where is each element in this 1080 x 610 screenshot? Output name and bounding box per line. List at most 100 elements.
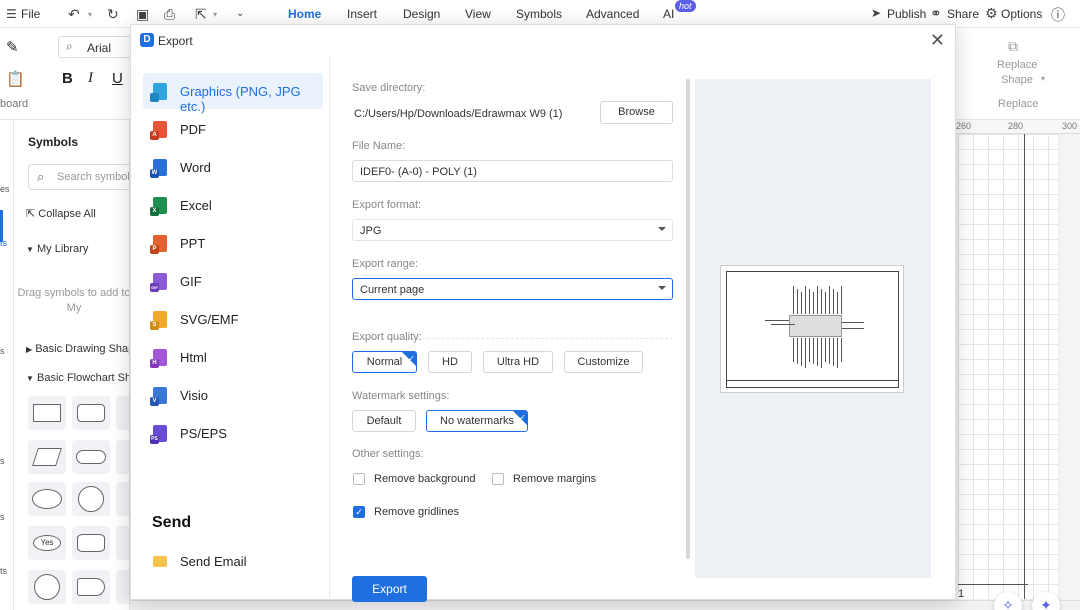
format-html[interactable]: H Html [143, 339, 323, 375]
more-icon[interactable]: ⌄ [236, 8, 244, 19]
preview-line [797, 338, 798, 364]
shape-card[interactable] [116, 570, 129, 604]
shape-predefined[interactable] [116, 440, 129, 474]
export-format-select[interactable]: JPG [352, 219, 673, 241]
menu-icon[interactable]: ☰ [6, 7, 17, 21]
export-icon[interactable]: ⇱ [195, 6, 207, 23]
quality-normal-button[interactable]: Normal [352, 351, 417, 373]
format-visio[interactable]: V Visio [143, 377, 323, 413]
collapse-all-button[interactable]: ⇱ Collapse All [26, 207, 96, 220]
publish-icon[interactable]: ➤ [871, 6, 881, 20]
rail-label-3[interactable]: s [0, 346, 5, 356]
clipboard-icon[interactable]: 📋 [6, 70, 25, 88]
rail-label-4[interactable]: s [0, 456, 5, 466]
file-menu[interactable]: File [21, 7, 40, 21]
export-button[interactable]: Export [352, 576, 427, 602]
shape-ellipse[interactable] [28, 482, 66, 516]
replace-shape-dropdown-icon[interactable]: ▾ [1041, 74, 1045, 83]
shape-decision[interactable] [116, 396, 129, 430]
shape-delay[interactable] [72, 570, 110, 604]
print-icon[interactable]: ⎙ [164, 6, 175, 23]
format-gif[interactable]: GIF GIF [143, 263, 323, 299]
remove-gridlines-checkbox[interactable]: ✓ [353, 506, 365, 518]
file-name-input[interactable]: IDEF0- (A-0) - POLY (1) [352, 160, 673, 182]
format-pdf[interactable]: A PDF [143, 111, 323, 147]
format-svg-emf[interactable]: S SVG/EMF [143, 301, 323, 337]
gear-icon[interactable]: ⚙ [985, 5, 998, 22]
quality-hd-button[interactable]: HD [428, 351, 472, 373]
shape-circle[interactable] [72, 482, 110, 516]
remove-background-checkbox[interactable] [353, 473, 365, 485]
basic-flowchart-shapes-toggle[interactable]: ▼ Basic Flowchart Shapes [26, 372, 129, 384]
shape-process[interactable] [28, 396, 66, 430]
browse-button[interactable]: Browse [600, 101, 673, 124]
quality-customize-button[interactable]: Customize [564, 351, 643, 373]
basic-drawing-label: Basic Drawing Shapes [35, 343, 129, 355]
shape-database[interactable] [72, 526, 110, 560]
my-library-toggle[interactable]: ▼ My Library [26, 243, 88, 255]
bold-button[interactable]: B [62, 70, 73, 87]
tab-symbols[interactable]: Symbols [516, 7, 562, 21]
other-settings-label: Other settings: [352, 448, 424, 460]
format-word[interactable]: W Word [143, 149, 323, 185]
watermark-none-button[interactable]: No watermarks [426, 410, 528, 432]
share-icon[interactable]: ⚭ [930, 5, 942, 22]
format-ps-eps[interactable]: PS PS/EPS [143, 415, 323, 451]
rail-label-1[interactable]: es [0, 184, 10, 194]
symbols-panel: Symbols ⌕ Search symbols ⇱ Collapse All … [14, 120, 130, 610]
remove-margins-checkbox[interactable] [492, 473, 504, 485]
shape-terminator[interactable] [72, 440, 110, 474]
help-icon[interactable]: ⓘ [1051, 5, 1065, 25]
shape-connector[interactable] [28, 570, 66, 604]
format-ppt[interactable]: P PPT [143, 225, 323, 261]
left-rail: es ts s s s ts [0, 120, 14, 610]
italic-button[interactable]: I [88, 70, 93, 87]
send-email-item[interactable]: Send Email [143, 543, 323, 579]
tab-design[interactable]: Design [403, 7, 440, 21]
horizontal-ruler: 260 280 300 [950, 120, 1080, 134]
send-heading: Send [152, 514, 192, 531]
replace-shape-icon[interactable]: ⧉ [1008, 38, 1018, 55]
undo-icon[interactable]: ↶ [68, 6, 80, 23]
preview-diagram-box [789, 315, 842, 337]
basic-drawing-shapes-toggle[interactable]: ▶ Basic Drawing Shapes [26, 343, 129, 355]
format-excel[interactable]: X Excel [143, 187, 323, 223]
shape-data[interactable] [28, 440, 66, 474]
format-painter-icon[interactable]: ✎ [6, 38, 19, 56]
word-icon: W [150, 159, 167, 178]
underline-button[interactable]: U [112, 70, 123, 87]
preview-line [837, 292, 838, 314]
rail-label-6[interactable]: ts [0, 566, 7, 576]
vertical-scrollbar[interactable] [1060, 134, 1080, 610]
watermark-default-button[interactable]: Default [352, 410, 416, 432]
publish-button[interactable]: Publish [887, 7, 926, 21]
bottom-scrollbar[interactable] [130, 600, 1080, 610]
redo-icon[interactable]: ↻ [107, 6, 119, 23]
tab-view[interactable]: View [465, 7, 491, 21]
settings-scrollbar[interactable] [686, 79, 690, 559]
export-range-select[interactable]: Current page [352, 278, 673, 300]
tab-insert[interactable]: Insert [347, 7, 377, 21]
tab-ai[interactable]: AI [663, 7, 674, 21]
shape-document[interactable] [116, 482, 129, 516]
tab-home[interactable]: Home [288, 7, 321, 21]
undo-dropdown-icon[interactable]: ▾ [88, 10, 92, 19]
save-icon[interactable]: ▣ [136, 6, 149, 23]
export-dropdown-icon[interactable]: ▾ [213, 10, 217, 19]
format-label: GIF [180, 274, 202, 289]
format-graphics[interactable]: Graphics (PNG, JPG etc.) [143, 73, 323, 114]
tab-advanced[interactable]: Advanced [586, 7, 639, 21]
quality-ultra-hd-button[interactable]: Ultra HD [483, 351, 553, 373]
close-icon[interactable]: ✕ [930, 30, 945, 51]
shape-stored-data[interactable] [116, 526, 129, 560]
replace-shape-button[interactable]: Replace Shape [997, 58, 1037, 88]
symbols-search-input[interactable]: ⌕ Search symbols [28, 164, 129, 190]
shape-yes[interactable]: Yes [28, 526, 66, 560]
font-name-select[interactable]: ⌕ Arial [58, 36, 138, 58]
rail-label-5[interactable]: s [0, 512, 5, 522]
shape-rounded-process[interactable] [72, 396, 110, 430]
options-button[interactable]: Options [1001, 7, 1042, 21]
rail-label-2[interactable]: ts [0, 238, 7, 248]
share-button[interactable]: Share [947, 7, 979, 21]
drawing-page[interactable] [958, 134, 1058, 599]
